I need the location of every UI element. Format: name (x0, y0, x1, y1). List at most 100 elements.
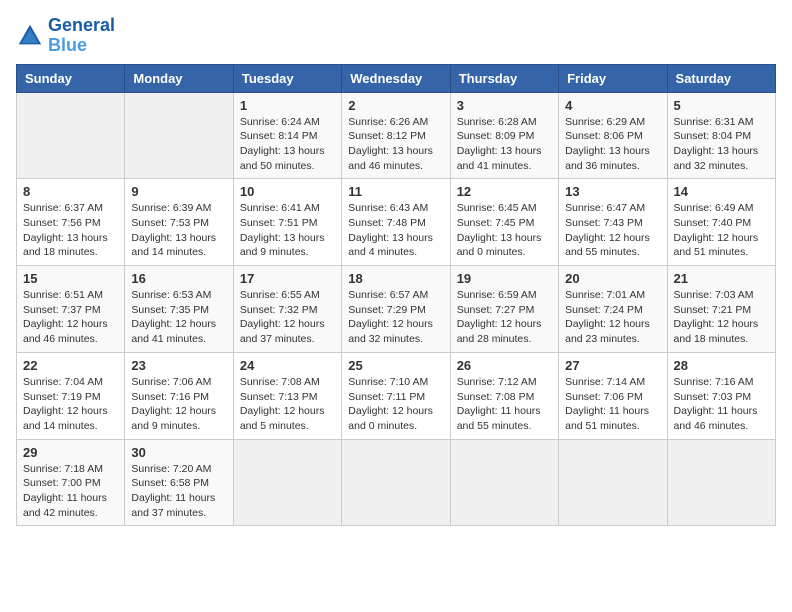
day-number: 24 (240, 358, 335, 373)
day-info: Sunrise: 6:26 AM Sunset: 8:12 PM Dayligh… (348, 115, 443, 174)
day-cell-17: 17 Sunrise: 6:55 AM Sunset: 7:32 PM Dayl… (233, 266, 341, 353)
day-number: 28 (674, 358, 769, 373)
day-info: Sunrise: 6:59 AM Sunset: 7:27 PM Dayligh… (457, 288, 552, 347)
day-cell-23: 23 Sunrise: 7:06 AM Sunset: 7:16 PM Dayl… (125, 352, 233, 439)
day-number: 19 (457, 271, 552, 286)
logo: GeneralBlue (16, 16, 115, 56)
col-header-saturday: Saturday (667, 64, 775, 92)
day-info: Sunrise: 6:31 AM Sunset: 8:04 PM Dayligh… (674, 115, 769, 174)
empty-cell (450, 439, 558, 526)
day-number: 27 (565, 358, 660, 373)
day-number: 3 (457, 98, 552, 113)
day-cell-11: 11 Sunrise: 6:43 AM Sunset: 7:48 PM Dayl… (342, 179, 450, 266)
day-number: 23 (131, 358, 226, 373)
calendar-week-1: 1 Sunrise: 6:24 AM Sunset: 8:14 PM Dayli… (17, 92, 776, 179)
day-number: 30 (131, 445, 226, 460)
day-cell-25: 25 Sunrise: 7:10 AM Sunset: 7:11 PM Dayl… (342, 352, 450, 439)
day-cell-15: 15 Sunrise: 6:51 AM Sunset: 7:37 PM Dayl… (17, 266, 125, 353)
day-info: Sunrise: 7:03 AM Sunset: 7:21 PM Dayligh… (674, 288, 769, 347)
day-number: 14 (674, 184, 769, 199)
day-info: Sunrise: 6:29 AM Sunset: 8:06 PM Dayligh… (565, 115, 660, 174)
day-info: Sunrise: 7:14 AM Sunset: 7:06 PM Dayligh… (565, 375, 660, 434)
day-info: Sunrise: 7:06 AM Sunset: 7:16 PM Dayligh… (131, 375, 226, 434)
day-cell-21: 21 Sunrise: 7:03 AM Sunset: 7:21 PM Dayl… (667, 266, 775, 353)
day-info: Sunrise: 7:12 AM Sunset: 7:08 PM Dayligh… (457, 375, 552, 434)
day-info: Sunrise: 6:47 AM Sunset: 7:43 PM Dayligh… (565, 201, 660, 260)
day-number: 1 (240, 98, 335, 113)
day-cell-1: 1 Sunrise: 6:24 AM Sunset: 8:14 PM Dayli… (233, 92, 341, 179)
day-info: Sunrise: 6:55 AM Sunset: 7:32 PM Dayligh… (240, 288, 335, 347)
col-header-monday: Monday (125, 64, 233, 92)
day-info: Sunrise: 6:41 AM Sunset: 7:51 PM Dayligh… (240, 201, 335, 260)
day-info: Sunrise: 6:53 AM Sunset: 7:35 PM Dayligh… (131, 288, 226, 347)
calendar-week-2: 8 Sunrise: 6:37 AM Sunset: 7:56 PM Dayli… (17, 179, 776, 266)
empty-cell (342, 439, 450, 526)
day-number: 9 (131, 184, 226, 199)
day-info: Sunrise: 6:37 AM Sunset: 7:56 PM Dayligh… (23, 201, 118, 260)
day-number: 13 (565, 184, 660, 199)
col-header-tuesday: Tuesday (233, 64, 341, 92)
day-cell-18: 18 Sunrise: 6:57 AM Sunset: 7:29 PM Dayl… (342, 266, 450, 353)
day-info: Sunrise: 7:20 AM Sunset: 6:58 PM Dayligh… (131, 462, 226, 521)
calendar-week-5: 29 Sunrise: 7:18 AM Sunset: 7:00 PM Dayl… (17, 439, 776, 526)
day-cell-14: 14 Sunrise: 6:49 AM Sunset: 7:40 PM Dayl… (667, 179, 775, 266)
calendar-table: SundayMondayTuesdayWednesdayThursdayFrid… (16, 64, 776, 527)
day-info: Sunrise: 6:24 AM Sunset: 8:14 PM Dayligh… (240, 115, 335, 174)
day-cell-27: 27 Sunrise: 7:14 AM Sunset: 7:06 PM Dayl… (559, 352, 667, 439)
day-info: Sunrise: 7:01 AM Sunset: 7:24 PM Dayligh… (565, 288, 660, 347)
day-cell-16: 16 Sunrise: 6:53 AM Sunset: 7:35 PM Dayl… (125, 266, 233, 353)
day-info: Sunrise: 6:45 AM Sunset: 7:45 PM Dayligh… (457, 201, 552, 260)
day-number: 2 (348, 98, 443, 113)
day-number: 4 (565, 98, 660, 113)
calendar-week-4: 22 Sunrise: 7:04 AM Sunset: 7:19 PM Dayl… (17, 352, 776, 439)
day-cell-4: 4 Sunrise: 6:29 AM Sunset: 8:06 PM Dayli… (559, 92, 667, 179)
day-cell-12: 12 Sunrise: 6:45 AM Sunset: 7:45 PM Dayl… (450, 179, 558, 266)
day-cell-8: 8 Sunrise: 6:37 AM Sunset: 7:56 PM Dayli… (17, 179, 125, 266)
day-info: Sunrise: 7:18 AM Sunset: 7:00 PM Dayligh… (23, 462, 118, 521)
day-number: 8 (23, 184, 118, 199)
empty-cell (559, 439, 667, 526)
day-number: 21 (674, 271, 769, 286)
empty-cell (667, 439, 775, 526)
day-cell-19: 19 Sunrise: 6:59 AM Sunset: 7:27 PM Dayl… (450, 266, 558, 353)
day-number: 22 (23, 358, 118, 373)
day-number: 10 (240, 184, 335, 199)
logo-icon (16, 22, 44, 50)
day-number: 18 (348, 271, 443, 286)
day-number: 11 (348, 184, 443, 199)
page-header: GeneralBlue (16, 16, 776, 56)
day-cell-13: 13 Sunrise: 6:47 AM Sunset: 7:43 PM Dayl… (559, 179, 667, 266)
day-cell-2: 2 Sunrise: 6:26 AM Sunset: 8:12 PM Dayli… (342, 92, 450, 179)
col-header-sunday: Sunday (17, 64, 125, 92)
logo-text: GeneralBlue (48, 16, 115, 56)
day-info: Sunrise: 7:10 AM Sunset: 7:11 PM Dayligh… (348, 375, 443, 434)
day-cell-24: 24 Sunrise: 7:08 AM Sunset: 7:13 PM Dayl… (233, 352, 341, 439)
day-number: 15 (23, 271, 118, 286)
col-header-wednesday: Wednesday (342, 64, 450, 92)
day-info: Sunrise: 6:28 AM Sunset: 8:09 PM Dayligh… (457, 115, 552, 174)
col-header-friday: Friday (559, 64, 667, 92)
day-info: Sunrise: 6:39 AM Sunset: 7:53 PM Dayligh… (131, 201, 226, 260)
day-info: Sunrise: 6:57 AM Sunset: 7:29 PM Dayligh… (348, 288, 443, 347)
day-number: 29 (23, 445, 118, 460)
day-number: 26 (457, 358, 552, 373)
day-number: 25 (348, 358, 443, 373)
day-cell-20: 20 Sunrise: 7:01 AM Sunset: 7:24 PM Dayl… (559, 266, 667, 353)
day-number: 12 (457, 184, 552, 199)
day-cell-10: 10 Sunrise: 6:41 AM Sunset: 7:51 PM Dayl… (233, 179, 341, 266)
day-cell-29: 29 Sunrise: 7:18 AM Sunset: 7:00 PM Dayl… (17, 439, 125, 526)
day-cell-26: 26 Sunrise: 7:12 AM Sunset: 7:08 PM Dayl… (450, 352, 558, 439)
empty-cell (125, 92, 233, 179)
col-header-thursday: Thursday (450, 64, 558, 92)
day-number: 17 (240, 271, 335, 286)
empty-cell (233, 439, 341, 526)
calendar-week-3: 15 Sunrise: 6:51 AM Sunset: 7:37 PM Dayl… (17, 266, 776, 353)
day-number: 16 (131, 271, 226, 286)
day-info: Sunrise: 6:43 AM Sunset: 7:48 PM Dayligh… (348, 201, 443, 260)
day-cell-3: 3 Sunrise: 6:28 AM Sunset: 8:09 PM Dayli… (450, 92, 558, 179)
day-info: Sunrise: 7:16 AM Sunset: 7:03 PM Dayligh… (674, 375, 769, 434)
day-cell-22: 22 Sunrise: 7:04 AM Sunset: 7:19 PM Dayl… (17, 352, 125, 439)
day-cell-5: 5 Sunrise: 6:31 AM Sunset: 8:04 PM Dayli… (667, 92, 775, 179)
day-number: 5 (674, 98, 769, 113)
day-info: Sunrise: 7:04 AM Sunset: 7:19 PM Dayligh… (23, 375, 118, 434)
